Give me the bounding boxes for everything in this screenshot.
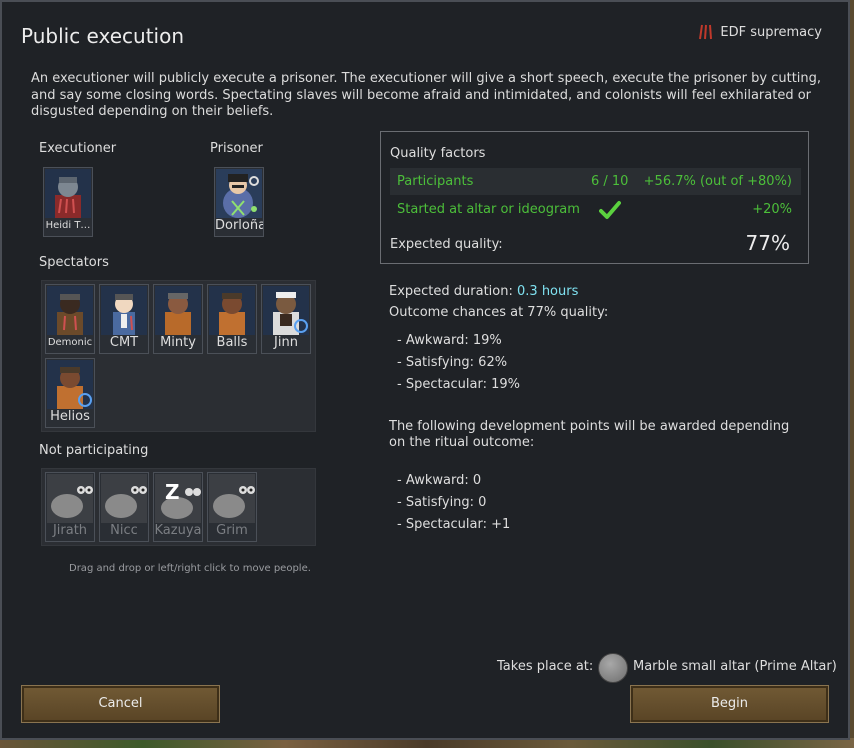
participants-factor-row: Participants 6 / 10 +56.7% (out of +80%) xyxy=(390,168,801,195)
sleeping-icon: Z xyxy=(165,480,180,504)
factor-label: Participants xyxy=(397,174,474,189)
pawn-name: Heidi T… xyxy=(45,220,91,231)
outcome-line: - Spectacular: 19% xyxy=(397,377,521,392)
non-participant-pawn[interactable]: Z Kazuya xyxy=(153,472,203,542)
quality-factors-title: Quality factors xyxy=(390,146,486,161)
pawn-portrait xyxy=(101,286,147,335)
location-name[interactable]: Marble small altar (Prime Altar) xyxy=(633,659,837,674)
pawn-name: Jirath xyxy=(52,523,88,538)
development-line: - Satisfying: 0 xyxy=(397,495,487,510)
development-line: - Spectacular: +1 xyxy=(397,517,511,532)
spectators-label: Spectators xyxy=(39,255,109,270)
expected-quality-value: 77% xyxy=(745,231,790,255)
prisoner-label: Prisoner xyxy=(210,141,263,156)
pawn-portrait xyxy=(209,474,255,523)
spectator-pawn[interactable]: Demonic xyxy=(45,284,95,354)
pawn-name: Helios xyxy=(50,409,90,424)
expected-quality-label: Expected quality: xyxy=(390,237,503,252)
pawn-portrait xyxy=(263,286,309,335)
altar-icon[interactable] xyxy=(598,653,628,683)
ritual-description: An executioner will publicly execute a p… xyxy=(31,71,822,119)
quality-factors-box: Quality factors Participants 6 / 10 +56.… xyxy=(380,131,809,264)
pawn-portrait xyxy=(47,360,93,409)
duration-value: 0.3 hours xyxy=(517,284,579,299)
pawn-portrait xyxy=(209,286,255,335)
pawn-name: Minty xyxy=(160,335,196,350)
pawn-name: CMT xyxy=(109,335,139,350)
faction-indicator: EDF supremacy xyxy=(698,24,822,40)
spectators-panel[interactable]: Demonic CMT Minty Balls Jinn Helios xyxy=(41,280,316,432)
non-participant-pawn[interactable]: Grim xyxy=(207,472,257,542)
prisoner-pawn[interactable]: Dorloña xyxy=(214,167,264,237)
pawn-portrait xyxy=(155,286,201,335)
begin-button[interactable]: Begin xyxy=(630,685,829,723)
outcome-line: - Satisfying: 62% xyxy=(397,355,508,370)
pawn-portrait xyxy=(47,474,93,523)
claw-marks-icon xyxy=(699,24,713,40)
drag-hint: Drag and drop or left/right click to mov… xyxy=(69,563,311,574)
executioner-label: Executioner xyxy=(39,141,117,156)
pawn-name: Grim xyxy=(216,523,248,538)
not-participating-label: Not participating xyxy=(39,443,149,458)
development-line: - Awkward: 0 xyxy=(397,473,482,488)
pawn-name: Nicc xyxy=(110,523,138,538)
spectator-pawn[interactable]: Minty xyxy=(153,284,203,354)
spectator-pawn[interactable]: Helios xyxy=(45,358,95,428)
pawn-portrait: Z xyxy=(155,474,201,523)
outcome-line: - Awkward: 19% xyxy=(397,333,502,348)
factor-count: 6 / 10 xyxy=(591,174,629,189)
pawn-portrait xyxy=(47,286,93,335)
non-participant-pawn[interactable]: Jirath xyxy=(45,472,95,542)
factor-value: +20% xyxy=(752,202,792,217)
pawn-name: Jinn xyxy=(274,335,298,350)
pawn-portrait xyxy=(101,474,147,523)
cancel-button[interactable]: Cancel xyxy=(21,685,220,723)
location-label: Takes place at: xyxy=(497,659,594,674)
factor-value: +56.7% (out of +80%) xyxy=(643,174,792,189)
pawn-name: Kazuya xyxy=(154,523,202,538)
executioner-pawn[interactable]: Heidi T… xyxy=(43,167,93,237)
pawn-name: Dorloña xyxy=(215,218,263,233)
development-title-line2: on the ritual outcome: xyxy=(389,435,535,450)
spectator-pawn[interactable]: Jinn xyxy=(261,284,311,354)
pawn-portrait xyxy=(45,169,91,218)
factor-label: Started at altar or ideogram xyxy=(397,202,580,217)
not-participating-panel[interactable]: Jirath Nicc Z Kazuya Grim xyxy=(41,468,316,546)
spectator-pawn[interactable]: Balls xyxy=(207,284,257,354)
pawn-name: Balls xyxy=(216,335,248,350)
dialog-title: Public execution xyxy=(21,24,185,48)
faction-label: EDF supremacy xyxy=(720,24,822,40)
duration-label: Expected duration: xyxy=(389,284,513,299)
pawn-portrait xyxy=(216,169,262,218)
ritual-dialog: Public execution EDF supremacy An execut… xyxy=(0,0,850,740)
outcome-title: Outcome chances at 77% quality: xyxy=(389,305,609,320)
expected-duration: Expected duration: 0.3 hours xyxy=(389,284,578,299)
altar-factor-row: Started at altar or ideogram +20% xyxy=(390,196,801,223)
pawn-name: Demonic xyxy=(47,337,93,348)
spectator-pawn[interactable]: CMT xyxy=(99,284,149,354)
checkmark-icon xyxy=(599,201,621,219)
development-title-line1: The following development points will be… xyxy=(389,419,790,434)
non-participant-pawn[interactable]: Nicc xyxy=(99,472,149,542)
